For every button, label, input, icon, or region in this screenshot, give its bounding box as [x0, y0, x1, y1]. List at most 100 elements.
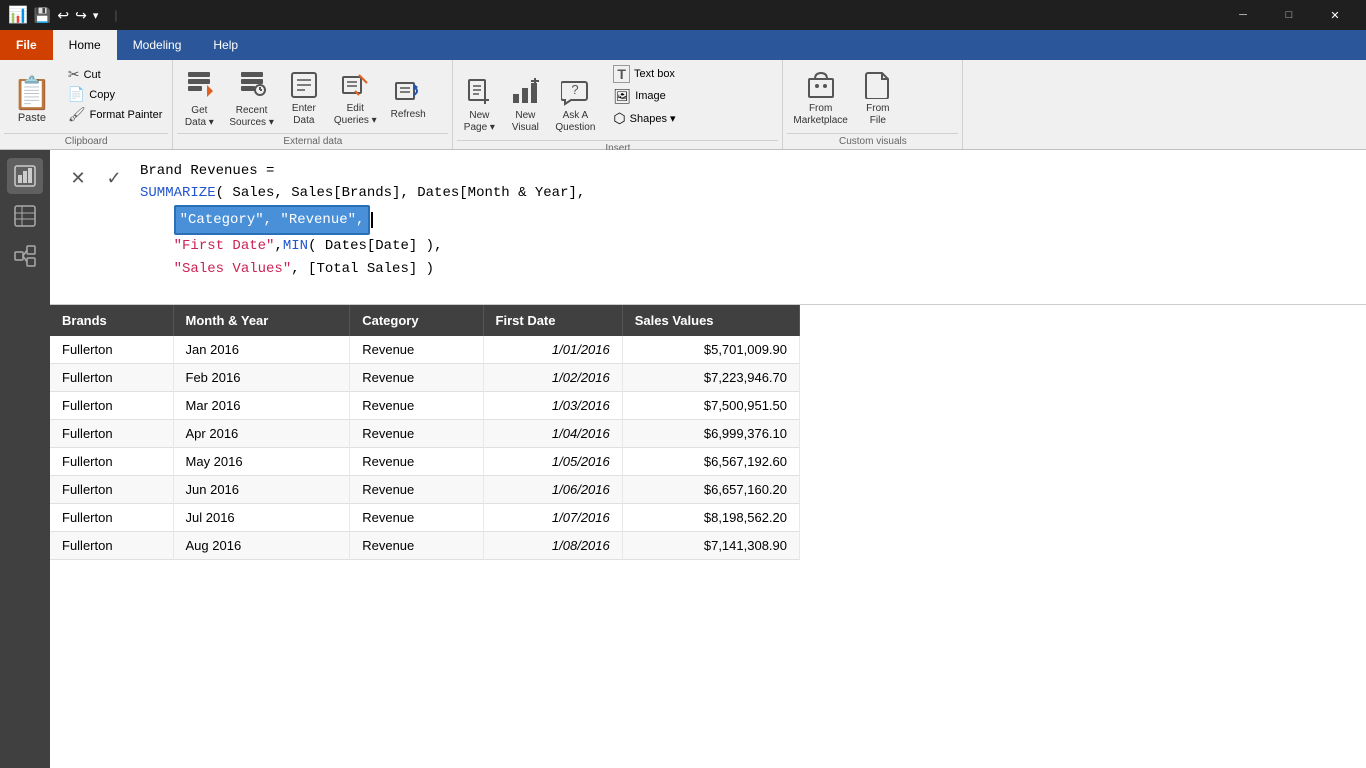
cell-sales: $6,567,192.60: [622, 448, 799, 476]
new-visual-button[interactable]: NewVisual: [503, 76, 547, 136]
text-box-icon: T: [613, 65, 630, 83]
formula-text-2: ( Sales, Sales[Brands], Dates[Month & Ye…: [216, 182, 586, 204]
paste-label: Paste: [18, 112, 46, 124]
new-page-label: NewPage ▾: [464, 110, 495, 134]
table-body: Fullerton Jan 2016 Revenue 1/01/2016 $5,…: [50, 336, 800, 560]
new-visual-label: NewVisual: [512, 110, 539, 134]
cell-category: Revenue: [350, 364, 483, 392]
maximize-button[interactable]: □: [1266, 0, 1312, 30]
paste-button[interactable]: 📋 Paste: [4, 64, 60, 133]
formula-text-1: Brand Revenues =: [140, 160, 274, 182]
image-button[interactable]: 🖼 Image: [607, 86, 681, 106]
cell-brand: Fullerton: [50, 420, 173, 448]
formula-bar: ✕ ✓ Brand Revenues = SUMMARIZE( Sales, S…: [50, 150, 1366, 305]
col-header-category: Category: [350, 305, 483, 336]
minimize-button[interactable]: ─: [1220, 0, 1266, 30]
ask-question-button[interactable]: ? Ask AQuestion: [549, 76, 601, 136]
text-box-label: Text box: [634, 68, 675, 80]
main-content: ✕ ✓ Brand Revenues = SUMMARIZE( Sales, S…: [50, 150, 1366, 768]
data-table: Brands Month & Year Category First Date …: [50, 305, 800, 560]
formula-line-2: SUMMARIZE( Sales, Sales[Brands], Dates[M…: [140, 182, 1352, 204]
cell-category: Revenue: [350, 448, 483, 476]
formula-cancel-button[interactable]: ✕: [64, 164, 92, 192]
cell-month: Jun 2016: [173, 476, 350, 504]
cell-date: 1/08/2016: [483, 532, 622, 560]
from-file-button[interactable]: FromFile: [856, 69, 900, 129]
cell-sales: $7,223,946.70: [622, 364, 799, 392]
formula-text-5b: , [Total Sales] ): [291, 258, 434, 280]
table-row: Fullerton Mar 2016 Revenue 1/03/2016 $7,…: [50, 392, 800, 420]
external-data-buttons: GetData ▾ RecentSources ▾ EnterData Edit…: [177, 64, 448, 133]
redo-icon[interactable]: ↪: [75, 7, 87, 24]
from-file-label: FromFile: [866, 103, 889, 127]
clipboard-group: 📋 Paste ✂ Cut 📄 Copy 🖌 Format Painter Cl…: [0, 60, 173, 149]
edit-queries-icon: [341, 71, 369, 103]
tab-modeling[interactable]: Modeling: [117, 30, 198, 60]
cell-category: Revenue: [350, 532, 483, 560]
formula-string-5: "Sales Values": [174, 258, 292, 280]
ribbon-tabs: File Home Modeling Help: [0, 30, 1366, 60]
formula-editor[interactable]: Brand Revenues = SUMMARIZE( Sales, Sales…: [140, 160, 1352, 280]
table-row: Fullerton Feb 2016 Revenue 1/02/2016 $7,…: [50, 364, 800, 392]
cut-label: Cut: [84, 69, 101, 81]
external-data-group: GetData ▾ RecentSources ▾ EnterData Edit…: [173, 60, 453, 149]
custom-visuals-label: Custom visuals: [787, 133, 958, 149]
recent-sources-button[interactable]: RecentSources ▾: [223, 69, 279, 129]
enter-data-button[interactable]: EnterData: [282, 69, 326, 129]
cell-month: Apr 2016: [173, 420, 350, 448]
shapes-label: Shapes ▾: [630, 112, 676, 125]
external-data-label: External data: [177, 133, 448, 149]
recent-sources-label: RecentSources ▾: [229, 105, 273, 129]
cell-brand: Fullerton: [50, 448, 173, 476]
formula-confirm-button[interactable]: ✓: [100, 164, 128, 192]
clipboard-small-buttons: ✂ Cut 📄 Copy 🖌 Format Painter: [62, 64, 169, 133]
formula-highlighted-text: "Category", "Revenue",: [174, 205, 371, 235]
cell-date: 1/05/2016: [483, 448, 622, 476]
custom-visuals-buttons: FromMarketplace FromFile: [787, 64, 958, 133]
formula-line-5: "Sales Values", [Total Sales] ): [140, 258, 1352, 280]
cell-brand: Fullerton: [50, 336, 173, 364]
tab-home[interactable]: Home: [53, 30, 117, 60]
get-data-button[interactable]: GetData ▾: [177, 69, 221, 129]
refresh-button[interactable]: Refresh: [385, 69, 432, 129]
cell-brand: Fullerton: [50, 532, 173, 560]
cell-category: Revenue: [350, 392, 483, 420]
cell-date: 1/01/2016: [483, 336, 622, 364]
shapes-button[interactable]: ⬡ Shapes ▾: [607, 108, 681, 128]
sidebar-item-data[interactable]: [7, 198, 43, 234]
cell-date: 1/07/2016: [483, 504, 622, 532]
new-page-icon: [465, 78, 493, 110]
table-row: Fullerton Jul 2016 Revenue 1/07/2016 $8,…: [50, 504, 800, 532]
col-header-brands: Brands: [50, 305, 173, 336]
new-page-button[interactable]: NewPage ▾: [457, 76, 501, 136]
cell-month: Feb 2016: [173, 364, 350, 392]
save-icon[interactable]: 💾: [34, 7, 51, 24]
formula-line-3: "Category", "Revenue",: [140, 205, 1352, 235]
col-header-month: Month & Year: [173, 305, 350, 336]
undo-icon[interactable]: ↩: [57, 7, 69, 24]
paste-icon: 📋: [12, 74, 52, 112]
formula-text-4b: ,: [274, 235, 282, 257]
separator-line: |: [114, 8, 117, 22]
customize-icon[interactable]: ▾: [93, 9, 99, 22]
cut-icon: ✂: [68, 66, 80, 83]
cell-sales: $7,141,308.90: [622, 532, 799, 560]
cell-month: Jul 2016: [173, 504, 350, 532]
sidebar-item-report[interactable]: [7, 158, 43, 194]
cut-button[interactable]: ✂ Cut: [62, 66, 169, 84]
cell-month: Aug 2016: [173, 532, 350, 560]
formula-line-4: "First Date", MIN( Dates[Date] ),: [140, 235, 1352, 257]
tab-help[interactable]: Help: [197, 30, 254, 60]
tab-file[interactable]: File: [0, 30, 53, 60]
from-marketplace-button[interactable]: FromMarketplace: [787, 69, 853, 129]
text-box-button[interactable]: T Text box: [607, 64, 681, 84]
format-painter-button[interactable]: 🖌 Format Painter: [62, 106, 169, 124]
title-bar: 📊 💾 ↩ ↪ ▾ | ─ □ ✕: [0, 0, 1366, 30]
copy-button[interactable]: 📄 Copy: [62, 86, 169, 104]
edit-queries-label: EditQueries ▾: [334, 103, 377, 127]
copy-label: Copy: [89, 89, 115, 101]
edit-queries-button[interactable]: EditQueries ▾: [328, 69, 383, 129]
close-button[interactable]: ✕: [1312, 0, 1358, 30]
sidebar-item-model[interactable]: [7, 238, 43, 274]
cell-month: May 2016: [173, 448, 350, 476]
